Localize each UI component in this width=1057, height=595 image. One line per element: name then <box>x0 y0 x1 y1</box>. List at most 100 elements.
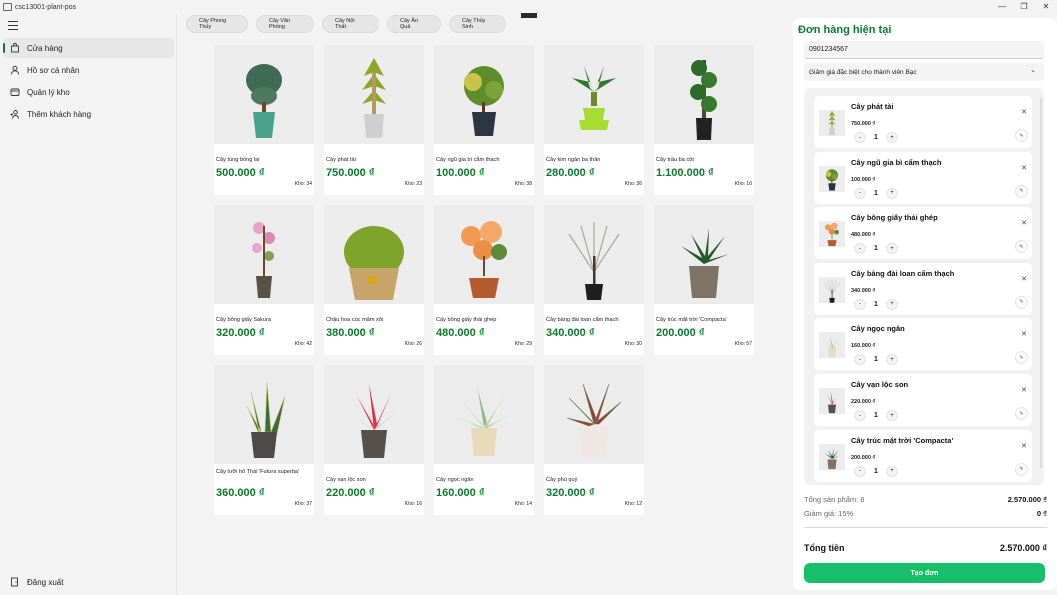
product-card[interactable]: Cây trầu bà cột 1.100.000 ₫ Kho: 10 <box>654 45 754 195</box>
increase-button[interactable]: + <box>886 187 898 199</box>
remove-item-icon[interactable]: ✕ <box>1021 275 1027 283</box>
product-price: 100.000 ₫ <box>436 167 485 179</box>
product-name: Cây phú quý <box>546 477 578 483</box>
product-card[interactable]: Cây bàng đài loan cẩm thạch 340.000 ₫ Kho:… <box>544 205 644 355</box>
maximize-icon[interactable]: ❐ <box>1013 0 1035 14</box>
close-icon[interactable]: ✕ <box>1035 0 1057 14</box>
decrease-button[interactable]: - <box>854 187 866 199</box>
increase-button[interactable]: + <box>886 243 898 255</box>
edit-icon[interactable]: ✎ <box>1015 295 1028 309</box>
minimize-icon[interactable]: — <box>991 0 1013 14</box>
discount-dropdown[interactable]: Giảm giá đặc biệt cho thành viên Bạc ⌄ <box>804 63 1044 81</box>
product-stock: Kho: 14 <box>514 501 532 507</box>
summary-discount-row: Giảm giá: 15% 0 ₫ <box>804 509 1047 518</box>
product-name: Cây tùng bồng lai <box>216 157 260 163</box>
cart-item[interactable]: Cây bông giấy thái ghép 480.000 ₫ -1 + ✕ ✎ <box>814 207 1032 260</box>
decrease-button[interactable]: - <box>854 354 866 366</box>
cart-item[interactable]: Cây ngọc ngân 160.000 ₫ -1 + ✕ ✎ <box>814 318 1032 371</box>
product-card[interactable]: Cây trúc mặt trời 'Compacta' 200.000 ₫ Kho… <box>654 205 754 355</box>
total-row: Tổng tiền 2.570.000 ₫ <box>804 543 1047 553</box>
category-chip[interactable]: Cây Phong Thủy <box>186 15 248 33</box>
cart-item-thumbnail <box>819 332 845 359</box>
logout-button[interactable]: Đăng xuất <box>3 573 174 591</box>
category-chip[interactable]: Cây Văn Phòng <box>256 15 314 33</box>
increase-button[interactable]: + <box>886 410 898 421</box>
decrease-button[interactable]: - <box>854 465 866 477</box>
sidebar-item-label: Quản lý kho <box>27 87 70 97</box>
increase-button[interactable]: + <box>886 132 898 143</box>
product-card[interactable]: Chậu hoa cúc mâm xôi 380.000 ₫ Kho: 26 <box>324 205 424 355</box>
product-card[interactable]: Cây bông giấy Sakura 320.000 ₫ Kho: 42 <box>214 205 314 355</box>
category-chip[interactable]: Cây Nội Thất <box>322 15 379 33</box>
cart-item[interactable]: Cây bàng đài loan cẩm thạch 340.000 ₫ -1 + ✕… <box>814 262 1032 315</box>
product-name: Cây kim ngân ba thân <box>546 157 601 163</box>
cart-item-price: 200.000 ₫ <box>851 454 876 461</box>
edit-icon[interactable]: ✎ <box>1015 184 1028 198</box>
category-chip[interactable]: Cây Thủy Sinh <box>449 15 506 33</box>
product-stock: Kho: 42 <box>294 341 312 347</box>
sidebar-item-inventory[interactable]: Quản lý kho <box>3 82 174 102</box>
product-image <box>434 205 534 304</box>
edit-icon[interactable]: ✎ <box>1015 240 1028 254</box>
edit-icon[interactable]: ✎ <box>1015 462 1028 476</box>
product-card[interactable]: Cây phú quý 320.000 ₫ Kho: 12 <box>544 365 644 515</box>
hamburger-menu-icon[interactable] <box>8 21 18 30</box>
decrease-button[interactable]: - <box>854 410 866 421</box>
remove-item-icon[interactable]: ✕ <box>1021 386 1027 394</box>
sidebar-item-store[interactable]: Cửa hàng <box>3 38 174 58</box>
product-name: Cây ngũ gia bì cẩm thạch <box>436 157 500 163</box>
product-price: 360.000 ₫ <box>216 487 265 499</box>
remove-item-icon[interactable]: ✕ <box>1021 442 1027 450</box>
cart-item[interactable]: Cây phát tài 750.000 ₫ - 1 + ✕ ✎ <box>814 96 1032 148</box>
cart-item[interactable]: Cây trúc mặt trời 'Compacta' 200.000 ₫ -1 +… <box>814 429 1032 482</box>
create-order-button[interactable]: Tạo đơn <box>804 563 1045 583</box>
chevron-down-icon: ⌄ <box>1030 67 1036 74</box>
edit-icon[interactable]: ✎ <box>1015 129 1028 142</box>
product-image <box>654 45 754 144</box>
product-card[interactable]: Cây ngọc ngân 160.000 ₫ Kho: 14 <box>434 365 534 515</box>
product-card[interactable]: Cây phát tài 750.000 ₫ Kho: 23 <box>324 45 424 195</box>
increase-button[interactable]: + <box>886 465 898 477</box>
summary-count-value: 2.570.000 ₫ <box>1007 495 1047 504</box>
decrease-button[interactable]: - <box>854 298 866 310</box>
product-price: 200.000 ₫ <box>656 327 705 339</box>
sidebar-item-add-customer[interactable]: Thêm khách hàng <box>3 104 174 124</box>
decrease-button[interactable]: - <box>854 132 866 143</box>
sidebar-item-profile[interactable]: Hồ sơ cá nhân <box>3 60 174 80</box>
increase-button[interactable]: + <box>886 298 898 310</box>
product-image <box>544 205 644 304</box>
edit-icon[interactable]: ✎ <box>1015 351 1028 365</box>
product-price: 220.000 ₫ <box>326 487 375 499</box>
increase-button[interactable]: + <box>886 354 898 366</box>
product-card[interactable]: Cây bông giấy thái ghép 480.000 ₫ Kho: 29 <box>434 205 534 355</box>
product-name: Cây lưỡi hổ Thái 'Futura superba' <box>216 469 300 475</box>
edit-icon[interactable]: ✎ <box>1015 407 1028 420</box>
product-card[interactable]: Cây ngũ gia bì cẩm thạch 100.000 ₫ Kho: 38 <box>434 45 534 195</box>
customer-phone-input[interactable]: 0901234567 <box>804 41 1044 59</box>
cart-list[interactable]: Cây phát tài 750.000 ₫ -1 + ✕ ✎ Cây ngũ gia bì… <box>804 88 1044 485</box>
cart-item[interactable]: Cây ngũ gia bì cẩm thạch 100.000 ₫ -1 + ✕ ✎ <box>814 151 1032 204</box>
product-card[interactable]: Cây lưỡi hổ Thái 'Futura superba' 360.000… <box>214 365 314 515</box>
summary-divider <box>804 527 1047 528</box>
product-stock: Kho: 16 <box>404 501 422 507</box>
remove-item-icon[interactable]: ✕ <box>1021 164 1027 172</box>
quantity-value: 1 <box>874 189 878 197</box>
cart-scrollbar[interactable] <box>1040 98 1042 468</box>
title-bar: csc13001-plant-pos — ❐ ✕ <box>0 0 1057 14</box>
remove-item-icon[interactable]: ✕ <box>1021 330 1027 338</box>
summary-discount-value: 0 ₫ <box>1036 509 1047 518</box>
product-card[interactable]: Cây vạn lộc son 220.000 ₫ Kho: 16 <box>324 365 424 515</box>
product-image <box>324 45 424 144</box>
product-stock: Kho: 38 <box>514 181 532 187</box>
product-stock: Kho: 29 <box>514 341 532 347</box>
product-stock: Kho: 23 <box>404 181 422 187</box>
app-icon <box>3 3 12 11</box>
remove-item-icon[interactable]: ✕ <box>1021 219 1027 227</box>
product-card[interactable]: Cây kim ngân ba thân 280.000 ₫ Kho: 36 <box>544 45 644 195</box>
decrease-button[interactable]: - <box>854 243 866 255</box>
category-chip[interactable]: Cây Ăn Quả <box>387 15 441 33</box>
remove-item-icon[interactable]: ✕ <box>1021 108 1027 116</box>
product-price: 480.000 ₫ <box>436 327 485 339</box>
product-card[interactable]: Cây tùng bồng lai 500.000 ₫ Kho: 34 <box>214 45 314 195</box>
cart-item[interactable]: Cây vạn lộc son 220.000 ₫ - 1 + ✕ ✎ <box>814 374 1032 426</box>
